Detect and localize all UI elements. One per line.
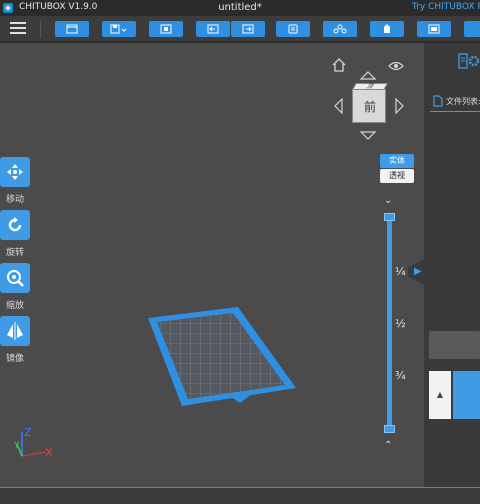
document-title: untitled*	[218, 2, 262, 13]
try-pro-link[interactable]: Try CHITUBOX Pro	[412, 2, 480, 12]
home-view-icon[interactable]	[331, 58, 347, 73]
rotate-up-icon[interactable]	[360, 70, 376, 80]
slider-mark-half: ½	[395, 317, 406, 330]
save-icon	[110, 24, 127, 34]
rotate-icon	[8, 217, 22, 232]
file-icon	[433, 95, 443, 107]
axis-gizmo: Z X Y	[14, 426, 53, 459]
view-cube[interactable]: 顶 前	[351, 83, 389, 123]
cube-top-face[interactable]: 顶	[351, 83, 389, 90]
undo-icon	[207, 24, 219, 34]
open-file-button[interactable]	[55, 21, 89, 37]
more-button[interactable]	[464, 21, 480, 37]
x-axis-line	[21, 451, 47, 457]
rotate-label: 旋转	[5, 248, 24, 258]
layer-slider-bottom-handle[interactable]	[384, 425, 395, 433]
scale-icon	[7, 270, 24, 287]
rotate-left-icon[interactable]	[333, 98, 343, 114]
screenshot-button[interactable]	[149, 21, 183, 37]
rotate-down-icon[interactable]	[360, 131, 376, 141]
layer-slider-top-handle[interactable]	[384, 213, 395, 221]
support-button[interactable]	[323, 21, 357, 37]
undo-button[interactable]	[196, 21, 230, 37]
hollow-icon	[384, 24, 390, 33]
support-icon	[333, 24, 347, 34]
fit-view-icon	[288, 24, 298, 34]
slice-icon	[428, 24, 440, 34]
cube-front-face[interactable]: 前	[353, 98, 387, 115]
y-axis-label: Y	[14, 441, 20, 451]
layer-slider-track[interactable]	[387, 217, 392, 431]
settings-gear-icon[interactable]	[458, 52, 480, 70]
hollow-button[interactable]	[370, 21, 404, 37]
mirror-tool[interactable]: 镜像	[0, 316, 30, 364]
scale-button[interactable]	[0, 263, 30, 293]
move-icon	[7, 164, 23, 180]
rotate-right-icon[interactable]	[395, 98, 405, 114]
redo-button[interactable]	[231, 21, 265, 37]
title-bar: CHITUBOX V1.9.0 untitled* Try CHITUBOX P…	[0, 0, 480, 16]
file-list-label: 文件列表:	[446, 97, 480, 106]
screenshot-icon	[160, 24, 172, 34]
mirror-button[interactable]	[0, 316, 30, 346]
expand-panel-arrow-icon[interactable]: ▶	[414, 266, 422, 277]
rotate-button[interactable]	[0, 210, 30, 240]
scale-label: 缩放	[5, 301, 24, 311]
rotate-tool[interactable]: 旋转	[0, 210, 30, 258]
panel-scroll-up-button[interactable]: ▲	[429, 371, 451, 419]
fit-view-button[interactable]	[276, 21, 310, 37]
slice-button[interactable]	[417, 21, 451, 37]
x-axis-label: X	[45, 446, 53, 459]
panel-action-button[interactable]	[429, 331, 480, 359]
xray-view-button[interactable]: 透视	[380, 169, 414, 183]
mirror-label: 镜像	[5, 354, 24, 364]
slider-chevron-down-icon[interactable]: ⌄	[384, 195, 392, 206]
toolbar-divider	[40, 20, 41, 38]
redo-icon	[242, 24, 254, 34]
slider-mark-quarter: ¼	[395, 265, 406, 278]
mirror-icon	[7, 322, 23, 340]
slider-chevron-up-icon[interactable]: ⌃	[384, 440, 392, 451]
open-file-icon	[66, 24, 78, 34]
status-bar	[0, 487, 480, 504]
move-button[interactable]	[0, 157, 30, 187]
panel-blue-button[interactable]	[453, 371, 480, 419]
move-label: 移动	[5, 195, 24, 205]
save-button[interactable]	[102, 21, 136, 37]
file-list-header: 文件列表:	[430, 92, 480, 112]
solid-view-button[interactable]: 实体	[380, 154, 414, 168]
slider-mark-three-quarter: ¾	[395, 369, 406, 382]
z-axis-label: Z	[24, 426, 32, 439]
menu-icon[interactable]	[10, 22, 26, 36]
eye-icon[interactable]	[388, 60, 404, 72]
main-toolbar	[0, 16, 480, 42]
move-tool[interactable]: 移动	[0, 157, 30, 205]
chitubox-window: CHITUBOX V1.9.0 untitled* Try CHITUBOX P…	[0, 0, 480, 504]
scale-tool[interactable]: 缩放	[0, 263, 30, 311]
